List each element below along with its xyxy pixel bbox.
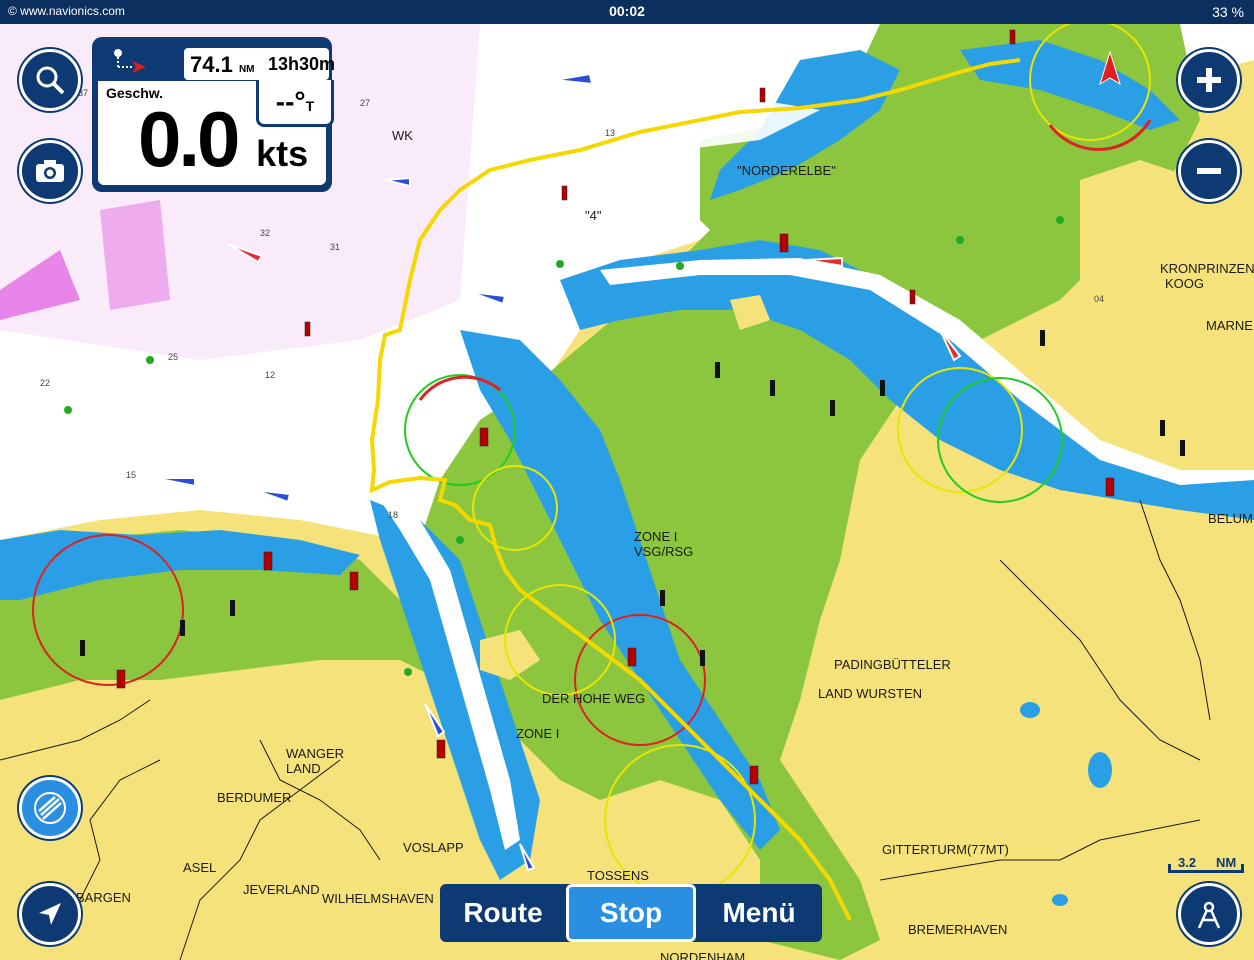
svg-text:15: 15 — [126, 470, 136, 480]
place-wilhelmshaven: WILHELMSHAVEN — [322, 891, 434, 906]
route-destination-icon — [114, 49, 146, 73]
status-bar: © www.navionics.com 00:02 33 % — [0, 0, 1254, 24]
place-asel: ASEL — [183, 860, 216, 875]
place-nordenham: NORDENHAM — [660, 950, 745, 960]
zoom-in-button[interactable] — [1178, 49, 1240, 111]
stop-button[interactable]: Stop — [566, 884, 696, 942]
zoom-out-icon — [1197, 168, 1221, 174]
svg-text:04: 04 — [1094, 294, 1104, 304]
search-button[interactable] — [19, 49, 81, 111]
svg-text:22: 22 — [40, 378, 50, 388]
location-button[interactable] — [19, 883, 81, 945]
svg-text:25: 25 — [168, 352, 178, 362]
place-belum: BELUM — [1208, 511, 1253, 526]
compass-button[interactable] — [1178, 883, 1240, 945]
place-zone-i-vsg: ZONE I — [634, 529, 677, 544]
status-time: 00:02 — [609, 3, 645, 19]
svg-text:12: 12 — [265, 370, 275, 380]
svg-text:MARNE: MARNE — [1206, 318, 1253, 333]
place-tossens: TOSSENS — [587, 868, 649, 883]
time-value: 13h30m — [268, 54, 336, 74]
svg-text:27: 27 — [360, 98, 370, 108]
place-kronprinzen: KRONPRINZEN — [1160, 261, 1254, 276]
panel-header: 74.1 NM 13h30m — [98, 43, 335, 80]
distance-value: 74.1 — [190, 52, 233, 77]
svg-text:13: 13 — [605, 128, 615, 138]
place-berdumer: BERDUMER — [217, 790, 291, 805]
zoom-out-button[interactable] — [1178, 140, 1240, 202]
speed-display: Geschw. 0.0 kts --°T — [98, 80, 334, 185]
place-wanger-land: WANGER — [286, 746, 344, 761]
scale-bar: 3.2 NM — [1168, 855, 1246, 877]
navionics-logo-button[interactable] — [19, 777, 81, 839]
place-der-hohe-weg: DER HOHE WEG — [542, 691, 645, 706]
place-padingbutteler: PADINGBÜTTELER — [834, 657, 951, 672]
svg-text:"4": "4" — [585, 208, 602, 223]
menu-button[interactable]: Menü — [696, 884, 822, 942]
navigation-info-panel[interactable]: 74.1 NM 13h30m Geschw. 0.0 kts --°T — [92, 37, 335, 192]
place-voslapp: VOSLAPP — [403, 840, 464, 855]
compass-icon — [1197, 901, 1221, 929]
speed-unit: kts — [256, 133, 309, 174]
svg-text:VSG/RSG: VSG/RSG — [634, 544, 693, 559]
svg-text:32: 32 — [260, 228, 270, 238]
svg-text:WK: WK — [392, 128, 413, 143]
course-value: --° — [275, 86, 306, 117]
svg-text:18: 18 — [388, 510, 398, 520]
place-land-wursten: LAND WURSTEN — [818, 686, 922, 701]
bottom-toolbar: Route Stop Menü — [440, 884, 822, 942]
distance-unit: NM — [238, 64, 255, 75]
place-norderelbe: "NORDERELBE" — [737, 163, 836, 178]
camera-button[interactable] — [19, 140, 81, 202]
scale-unit: NM — [1216, 855, 1237, 870]
battery-indicator: 33 % — [1212, 4, 1244, 20]
zoom-in-icon — [1197, 68, 1221, 92]
search-icon — [36, 66, 65, 95]
course-display: --°T — [256, 80, 334, 127]
course-suffix: T — [305, 98, 315, 114]
camera-icon — [36, 160, 64, 182]
scale-value: 3.2 — [1178, 855, 1197, 870]
svg-text:LAND: LAND — [286, 761, 321, 776]
location-arrow-icon — [39, 903, 61, 925]
svg-text:KOOG: KOOG — [1165, 276, 1204, 291]
navionics-logo-icon — [34, 792, 66, 824]
svg-text:31: 31 — [330, 242, 340, 252]
speed-value: 0.0 — [138, 95, 240, 183]
route-button[interactable]: Route — [440, 884, 566, 942]
distance-time-display: 74.1 NM 13h30m — [184, 48, 335, 80]
place-bargen: BARGEN — [76, 890, 131, 905]
place-bremerhaven: BREMERHAVEN — [908, 922, 1007, 937]
place-jeverland: JEVERLAND — [243, 882, 320, 897]
place-zone-i: ZONE I — [516, 726, 559, 741]
place-gitterturm: GITTERTURM(77MT) — [882, 842, 1009, 857]
